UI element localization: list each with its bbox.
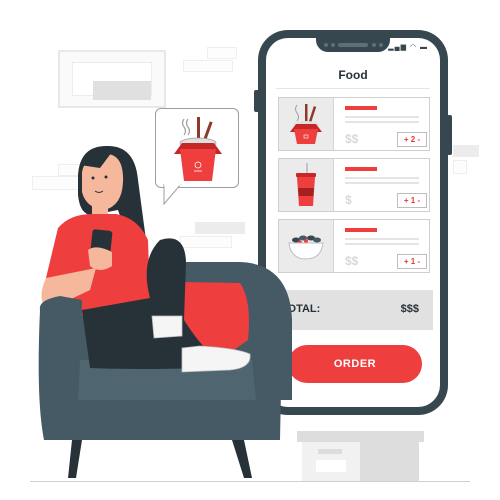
chair-leg	[232, 440, 252, 478]
chair-leg	[68, 440, 82, 478]
woman-on-armchair-illustration	[38, 145, 292, 478]
sock	[151, 315, 183, 339]
hand	[88, 247, 112, 270]
chair-front	[70, 400, 280, 440]
